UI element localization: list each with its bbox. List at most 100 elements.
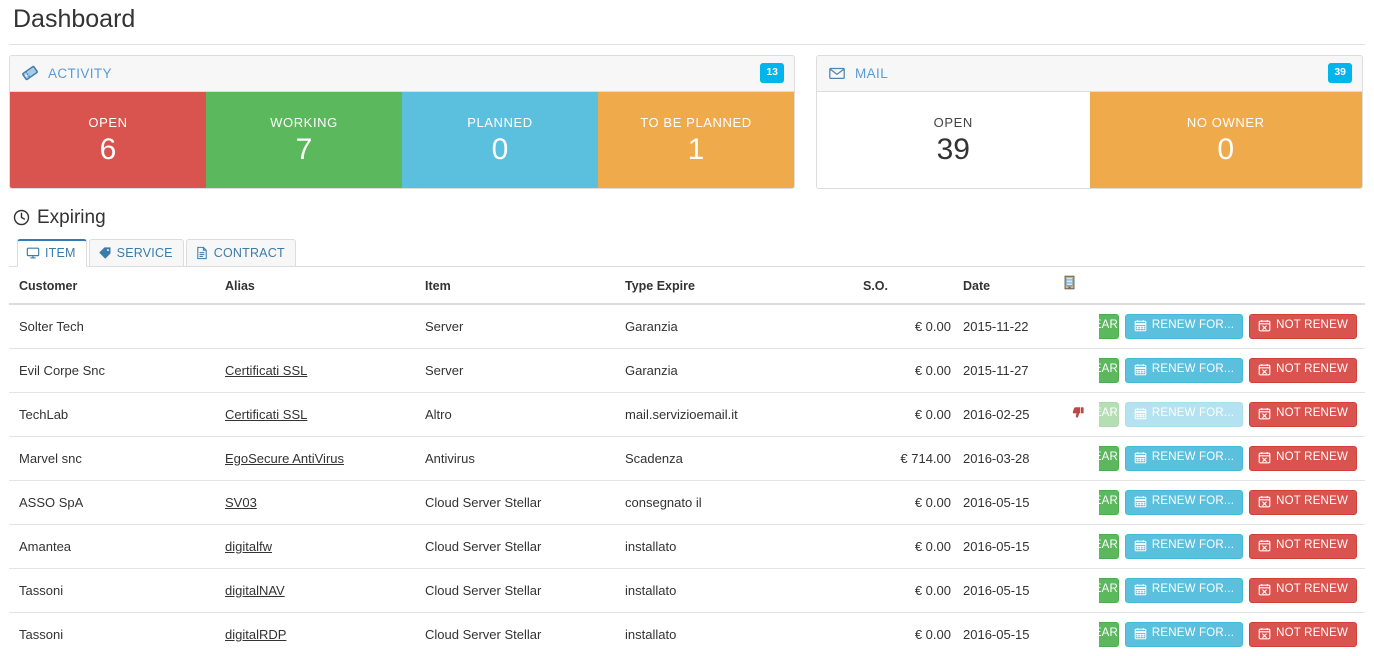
column-header-building[interactable] (1057, 266, 1099, 305)
alias-link[interactable]: Certificati SSL (225, 407, 307, 422)
renew-one-year-button: RENEW 1 YEAR (1099, 401, 1119, 427)
renew-one-year-button[interactable]: RENEW 1 YEAR (1099, 621, 1119, 647)
tab-label: ITEM (45, 246, 76, 260)
column-header-type-expire[interactable]: Type Expire (619, 266, 857, 305)
cell-alias: Certificati SSL (219, 391, 419, 436)
not-renew-button[interactable]: NOT RENEW (1249, 489, 1357, 515)
tab-contract[interactable]: CONTRACT (185, 238, 296, 267)
file-text-icon (195, 246, 209, 260)
renew-for-button[interactable]: RENEW FOR... (1124, 489, 1244, 515)
column-header-date[interactable]: Date (957, 266, 1057, 305)
renew-for-button[interactable]: RENEW FOR... (1124, 445, 1244, 471)
cell-date: 2015-11-22 (957, 303, 1057, 348)
alias-link[interactable]: digitalRDP (225, 627, 286, 642)
alias-link[interactable]: digitalNAV (225, 583, 285, 598)
activity-tile-working[interactable]: WORKING 7 (206, 91, 402, 188)
button-label: NOT RENEW (1276, 627, 1348, 640)
renew-one-year-button[interactable]: RENEW 1 YEAR (1099, 313, 1119, 339)
activity-tile-open[interactable]: OPEN 6 (10, 91, 206, 188)
button-label: RENEW FOR... (1151, 627, 1235, 640)
not-renew-button[interactable]: NOT RENEW (1249, 533, 1357, 559)
mail-tiles: OPEN 39 NO OWNER 0 (817, 91, 1362, 188)
button-label: RENEW FOR... (1151, 539, 1235, 552)
cell-alias: Certificati SSL (219, 347, 419, 392)
tab-service[interactable]: SERVICE (88, 238, 184, 267)
cell-date: 2016-02-25 (957, 391, 1057, 436)
cell-type-expire: installato (619, 611, 857, 656)
not-renew-button[interactable]: NOT RENEW (1249, 445, 1357, 471)
tab-label: CONTRACT (213, 245, 285, 260)
renew-for-button[interactable]: RENEW FOR... (1124, 577, 1244, 603)
activity-widget-title: ACTIVITY (48, 65, 112, 81)
tile-value: 39 (936, 133, 970, 167)
renew-for-button[interactable]: RENEW FOR... (1124, 313, 1244, 339)
button-label: RENEW FOR... (1151, 583, 1235, 596)
cell-type-expire: Scadenza (619, 435, 857, 480)
not-renew-button[interactable]: NOT RENEW (1249, 357, 1357, 383)
renew-for-button[interactable]: RENEW FOR... (1124, 533, 1244, 559)
clock-icon (13, 209, 30, 226)
column-header-item[interactable]: Item (419, 266, 619, 305)
cell-so: € 0.00 (857, 347, 957, 392)
widgets-row: ACTIVITY 13 OPEN 6 WORKING 7 PLANNED 0 T… (9, 54, 1365, 189)
tile-label: PLANNED (467, 115, 533, 131)
expiring-section-title: Expiring (13, 207, 1365, 229)
not-renew-button[interactable]: NOT RENEW (1249, 401, 1357, 427)
cell-flag (1057, 567, 1099, 612)
cell-date: 2016-05-15 (957, 523, 1057, 568)
calendar-icon (1134, 583, 1147, 596)
thumbs-down-icon (1071, 406, 1085, 420)
row-actions: RENEW 1 YEAR RENEW FOR... NOT RENEW (1099, 489, 1357, 515)
alias-link[interactable]: Certificati SSL (225, 363, 307, 378)
alias-link[interactable]: SV03 (225, 495, 257, 510)
expiring-title-text: Expiring (37, 206, 106, 228)
tile-label: OPEN (88, 115, 128, 131)
table-row: ASSO SpA SV03 Cloud Server Stellar consegna… (9, 479, 1365, 524)
activity-tile-planned[interactable]: PLANNED 0 (402, 91, 598, 188)
mail-badge: 39 (1328, 63, 1352, 83)
not-renew-button[interactable]: NOT RENEW (1249, 621, 1357, 647)
tile-value: 0 (491, 133, 509, 167)
alias-link[interactable]: EgoSecure AntiVirus (225, 451, 344, 466)
column-header-customer[interactable]: Customer (9, 266, 219, 305)
desktop-icon (26, 246, 40, 260)
table-row: Solter Tech Server Garanzia € 0.00 2015-11-2… (9, 303, 1365, 348)
calendar-icon (1134, 539, 1147, 552)
cell-so: € 0.00 (857, 523, 957, 568)
not-renew-button[interactable]: NOT RENEW (1249, 577, 1357, 603)
renew-one-year-button[interactable]: RENEW 1 YEAR (1099, 445, 1119, 471)
cell-customer: TechLab (9, 391, 219, 436)
cell-actions: RENEW 1 YEAR RENEW FOR... NOT RENEW (1099, 303, 1365, 348)
tab-item[interactable]: ITEM (17, 238, 87, 267)
cell-so: € 0.00 (857, 611, 957, 656)
renew-for-button: RENEW FOR... (1124, 401, 1244, 427)
button-label: RENEW 1 YEAR (1099, 583, 1118, 596)
mail-tile-no-owner[interactable]: NO OWNER 0 (1089, 91, 1362, 188)
column-header-alias[interactable]: Alias (219, 266, 419, 305)
calendar-icon (1134, 363, 1147, 376)
renew-for-button[interactable]: RENEW FOR... (1124, 621, 1244, 647)
cell-customer: Tassoni (9, 567, 219, 612)
renew-for-button[interactable]: RENEW FOR... (1124, 357, 1244, 383)
renew-one-year-button[interactable]: RENEW 1 YEAR (1099, 489, 1119, 515)
cell-date: 2016-05-15 (957, 479, 1057, 524)
expiring-tabs: ITEM SERVICE CONTRACT (9, 237, 1365, 267)
page-title: Dashboard (9, 0, 1365, 45)
not-renew-button[interactable]: NOT RENEW (1249, 313, 1357, 339)
cell-flag (1057, 435, 1099, 480)
alias-link[interactable]: digitalfw (225, 539, 272, 554)
activity-tiles: OPEN 6 WORKING 7 PLANNED 0 TO BE PLANNED… (10, 91, 794, 188)
cell-type-expire: mail.servizioemail.it (619, 391, 857, 436)
table-header-row: Customer Alias Item Type Expire S.O. Dat… (9, 266, 1365, 305)
column-header-so[interactable]: S.O. (857, 266, 957, 305)
renew-one-year-button[interactable]: RENEW 1 YEAR (1099, 577, 1119, 603)
cell-actions: RENEW 1 YEAR RENEW FOR... NOT RENEW (1099, 567, 1365, 612)
button-label: NOT RENEW (1276, 319, 1348, 332)
activity-tile-to-be-planned[interactable]: TO BE PLANNED 1 (598, 91, 794, 188)
mail-tile-open[interactable]: OPEN 39 (817, 91, 1090, 188)
button-label: RENEW FOR... (1151, 407, 1235, 420)
renew-one-year-button[interactable]: RENEW 1 YEAR (1099, 357, 1119, 383)
renew-one-year-button[interactable]: RENEW 1 YEAR (1099, 533, 1119, 559)
row-actions: RENEW 1 YEAR RENEW FOR... NOT RENEW (1099, 401, 1357, 427)
tile-label: NO OWNER (1186, 115, 1265, 131)
